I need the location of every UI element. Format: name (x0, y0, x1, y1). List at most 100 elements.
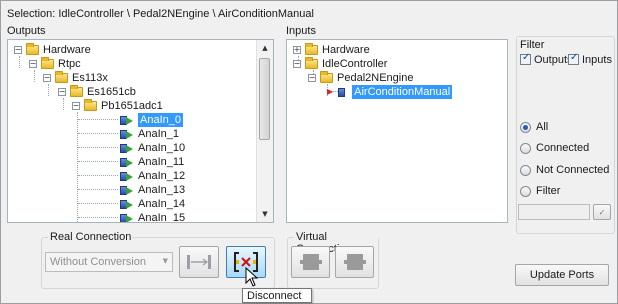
tree-node-label: Rtpc (58, 58, 81, 70)
inputs-tree[interactable]: + Hardware − IdleController − Pedal2NEng… (286, 39, 508, 223)
filter-apply-icon[interactable]: ✓ (593, 204, 611, 220)
tree-node-label: AnaIn_12 (138, 170, 186, 182)
inputs-checkbox-label: Inputs (582, 54, 612, 66)
signal-port-icon (120, 170, 134, 182)
folder-icon (26, 43, 39, 55)
outputs-checkbox[interactable]: Outputs (520, 52, 573, 66)
chevron-down-icon: ▼ (162, 257, 168, 265)
tree-node[interactable]: AnaIn_12 (120, 169, 185, 183)
checkbox-check-icon[interactable] (520, 52, 531, 65)
tree-node-label: AnaIn_1 (138, 128, 179, 140)
signal-port-icon (120, 128, 134, 140)
tree-node-label: IdleController (322, 58, 388, 70)
radio-filter[interactable]: Filter (520, 185, 560, 197)
mouse-cursor-icon (245, 267, 259, 287)
signal-port-icon (120, 156, 134, 168)
signal-port-icon (120, 142, 134, 154)
radio-label: Not Connected (536, 164, 610, 176)
tree-node-label: Pb1651adc1 (101, 100, 163, 112)
tree-node-label: Es1651cb (87, 86, 136, 98)
radio-icon[interactable] (520, 164, 531, 176)
conversion-value: Without Conversion (50, 256, 146, 268)
scroll-thumb[interactable] (259, 58, 270, 140)
radio-label: All (536, 121, 549, 133)
connect-button[interactable] (179, 246, 219, 278)
tree-node-label: AnaIn_14 (138, 198, 186, 210)
tree-node[interactable]: AnaIn_11 (120, 155, 184, 169)
tree-node-label: AnaIn_0 (138, 113, 183, 127)
tree-node[interactable]: AnaIn_1 (120, 127, 179, 141)
virtual-disconnect-button[interactable] (335, 246, 374, 278)
tree-node[interactable]: − Es113x (43, 71, 108, 85)
scroll-up-icon[interactable]: ▲ (257, 40, 273, 56)
tooltip-text: Disconnect (247, 289, 302, 302)
tree-node[interactable]: AnaIn_13 (120, 183, 185, 197)
signal-port-icon (120, 114, 134, 126)
real-connection-label: Real Connection (48, 231, 134, 243)
tree-node[interactable]: + Hardware (293, 43, 370, 57)
tree-node[interactable]: AnaIn_10 (120, 141, 185, 155)
collapse-icon[interactable]: − (58, 88, 66, 96)
folder-icon (41, 57, 54, 69)
folder-icon (320, 71, 333, 83)
inputs-label: Inputs (286, 25, 316, 37)
tree-node[interactable]: AnaIn_0 (120, 113, 183, 127)
virtual-disconnect-icon (343, 254, 366, 270)
tree-node-label: Hardware (322, 44, 370, 56)
radio-label: Connected (536, 142, 590, 154)
selection-path: Selection: IdleController \ Pedal2NEngin… (7, 8, 314, 20)
checkbox-check-icon[interactable] (568, 52, 579, 65)
connect-icon (187, 255, 211, 269)
scroll-down-icon[interactable]: ▼ (257, 206, 273, 222)
tree-node[interactable]: − Hardware (14, 43, 91, 57)
inputs-checkbox[interactable]: Inputs (568, 52, 612, 66)
folder-icon (55, 71, 68, 83)
collapse-icon[interactable]: − (29, 60, 37, 68)
tree-node-label: AnaIn_15 (138, 212, 186, 223)
radio-not-connected[interactable]: Not Connected (520, 164, 609, 176)
tree-node-label: Hardware (43, 44, 91, 56)
tree-node-label: AnaIn_11 (138, 156, 185, 168)
folder-icon (305, 57, 318, 69)
tree-node[interactable]: − Pb1651adc1 (72, 99, 163, 113)
input-port-icon (334, 86, 348, 98)
folder-icon (84, 99, 97, 111)
update-ports-label: Update Ports (529, 269, 595, 281)
outputs-checkbox-label: Outputs (534, 54, 573, 66)
tree-node[interactable]: − Pedal2NEngine (308, 71, 413, 85)
folder-icon (305, 43, 318, 55)
radio-icon[interactable] (520, 185, 531, 197)
virtual-connect-icon (299, 254, 322, 270)
conversion-select[interactable]: Without Conversion ▼ (45, 252, 173, 272)
collapse-icon[interactable]: − (14, 46, 22, 54)
tree-node[interactable]: ▶ AirConditionManual (327, 85, 453, 99)
outputs-scrollbar[interactable]: ▲ ▼ (256, 40, 273, 222)
update-ports-button[interactable]: Update Ports (515, 264, 609, 286)
folder-icon (70, 85, 83, 97)
collapse-icon[interactable]: − (72, 102, 80, 110)
tree-node[interactable]: AnaIn_15 (120, 211, 186, 223)
collapse-icon[interactable]: − (43, 74, 51, 82)
outputs-tree[interactable]: − Hardware − Rtpc − Es113x − Es1651cb − … (7, 39, 274, 223)
radio-icon[interactable] (520, 121, 531, 133)
expand-icon[interactable]: + (293, 46, 301, 54)
arrow-icon: ▶ (327, 87, 334, 96)
virtual-connect-button[interactable] (291, 246, 330, 278)
radio-all[interactable]: All (520, 121, 548, 133)
tree-node-label: AnaIn_10 (138, 142, 186, 154)
tree-node[interactable]: − Es1651cb (58, 85, 136, 99)
disconnect-tooltip: Disconnect (242, 288, 312, 303)
signal-port-icon (120, 198, 134, 210)
radio-icon[interactable] (520, 142, 531, 154)
connection-dialog: Selection: IdleController \ Pedal2NEngin… (0, 0, 618, 304)
tree-node-label: AnaIn_13 (138, 184, 186, 196)
tree-node[interactable]: AnaIn_14 (120, 197, 185, 211)
tree-node[interactable]: − Rtpc (29, 57, 81, 71)
collapse-icon[interactable]: − (308, 74, 316, 82)
signal-port-icon (120, 184, 134, 196)
tree-node[interactable]: − IdleController (293, 57, 387, 71)
radio-connected[interactable]: Connected (520, 142, 589, 154)
filter-text-input[interactable] (518, 204, 590, 220)
tree-node-label: Es113x (72, 72, 108, 84)
collapse-icon[interactable]: − (293, 60, 301, 68)
